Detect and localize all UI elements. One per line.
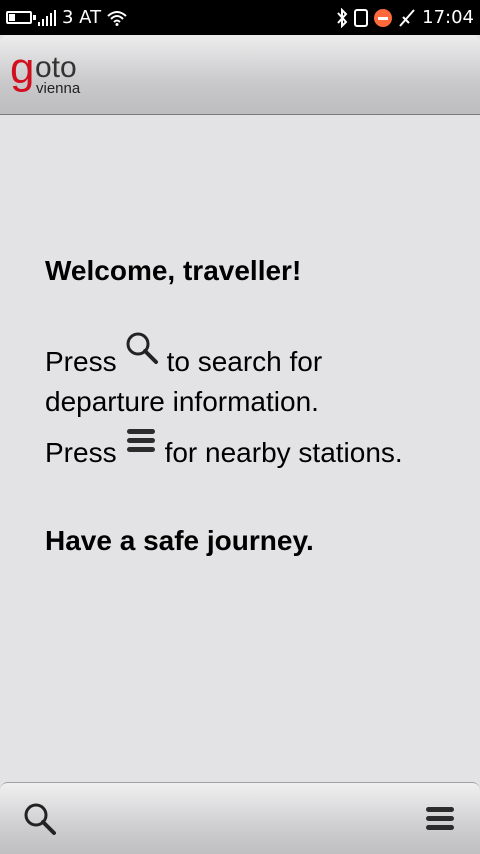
bottom-toolbar bbox=[0, 782, 480, 854]
status-time: 17:04 bbox=[422, 7, 474, 28]
bluetooth-icon bbox=[337, 7, 348, 28]
status-bar: 3 AT 17:04 bbox=[0, 0, 480, 35]
do-not-disturb-icon bbox=[374, 8, 393, 27]
stations-instruction: Press for nearby stations. bbox=[45, 429, 403, 473]
signal-icon bbox=[38, 9, 56, 26]
usb-icon bbox=[399, 8, 415, 27]
battery-icon bbox=[6, 11, 36, 24]
logo-letter-g: g bbox=[10, 44, 35, 93]
press-label: Press bbox=[45, 345, 117, 377]
sim-icon bbox=[354, 8, 369, 27]
menu-icon bbox=[426, 807, 454, 830]
welcome-heading: Welcome, traveller! bbox=[45, 255, 302, 286]
search-button[interactable] bbox=[18, 797, 62, 841]
search-icon bbox=[125, 332, 159, 384]
logo-subtitle: vienna bbox=[36, 80, 81, 97]
search-instruction: Press to search for bbox=[45, 332, 323, 384]
search-icon bbox=[24, 803, 56, 835]
search-instruction-continued: departure information. bbox=[45, 386, 319, 417]
search-instruction-text: to search for bbox=[166, 345, 323, 377]
farewell-text: Have a safe journey. bbox=[45, 525, 314, 556]
menu-icon bbox=[125, 429, 157, 473]
nearby-stations-button[interactable] bbox=[418, 797, 462, 841]
wifi-icon bbox=[107, 10, 127, 26]
app-header: g oto vienna bbox=[0, 35, 480, 115]
stations-instruction-text: for nearby stations. bbox=[164, 436, 403, 468]
press-label: Press bbox=[45, 436, 117, 468]
carrier-name: 3 AT bbox=[62, 7, 102, 28]
logo-text-oto: oto bbox=[35, 51, 77, 84]
